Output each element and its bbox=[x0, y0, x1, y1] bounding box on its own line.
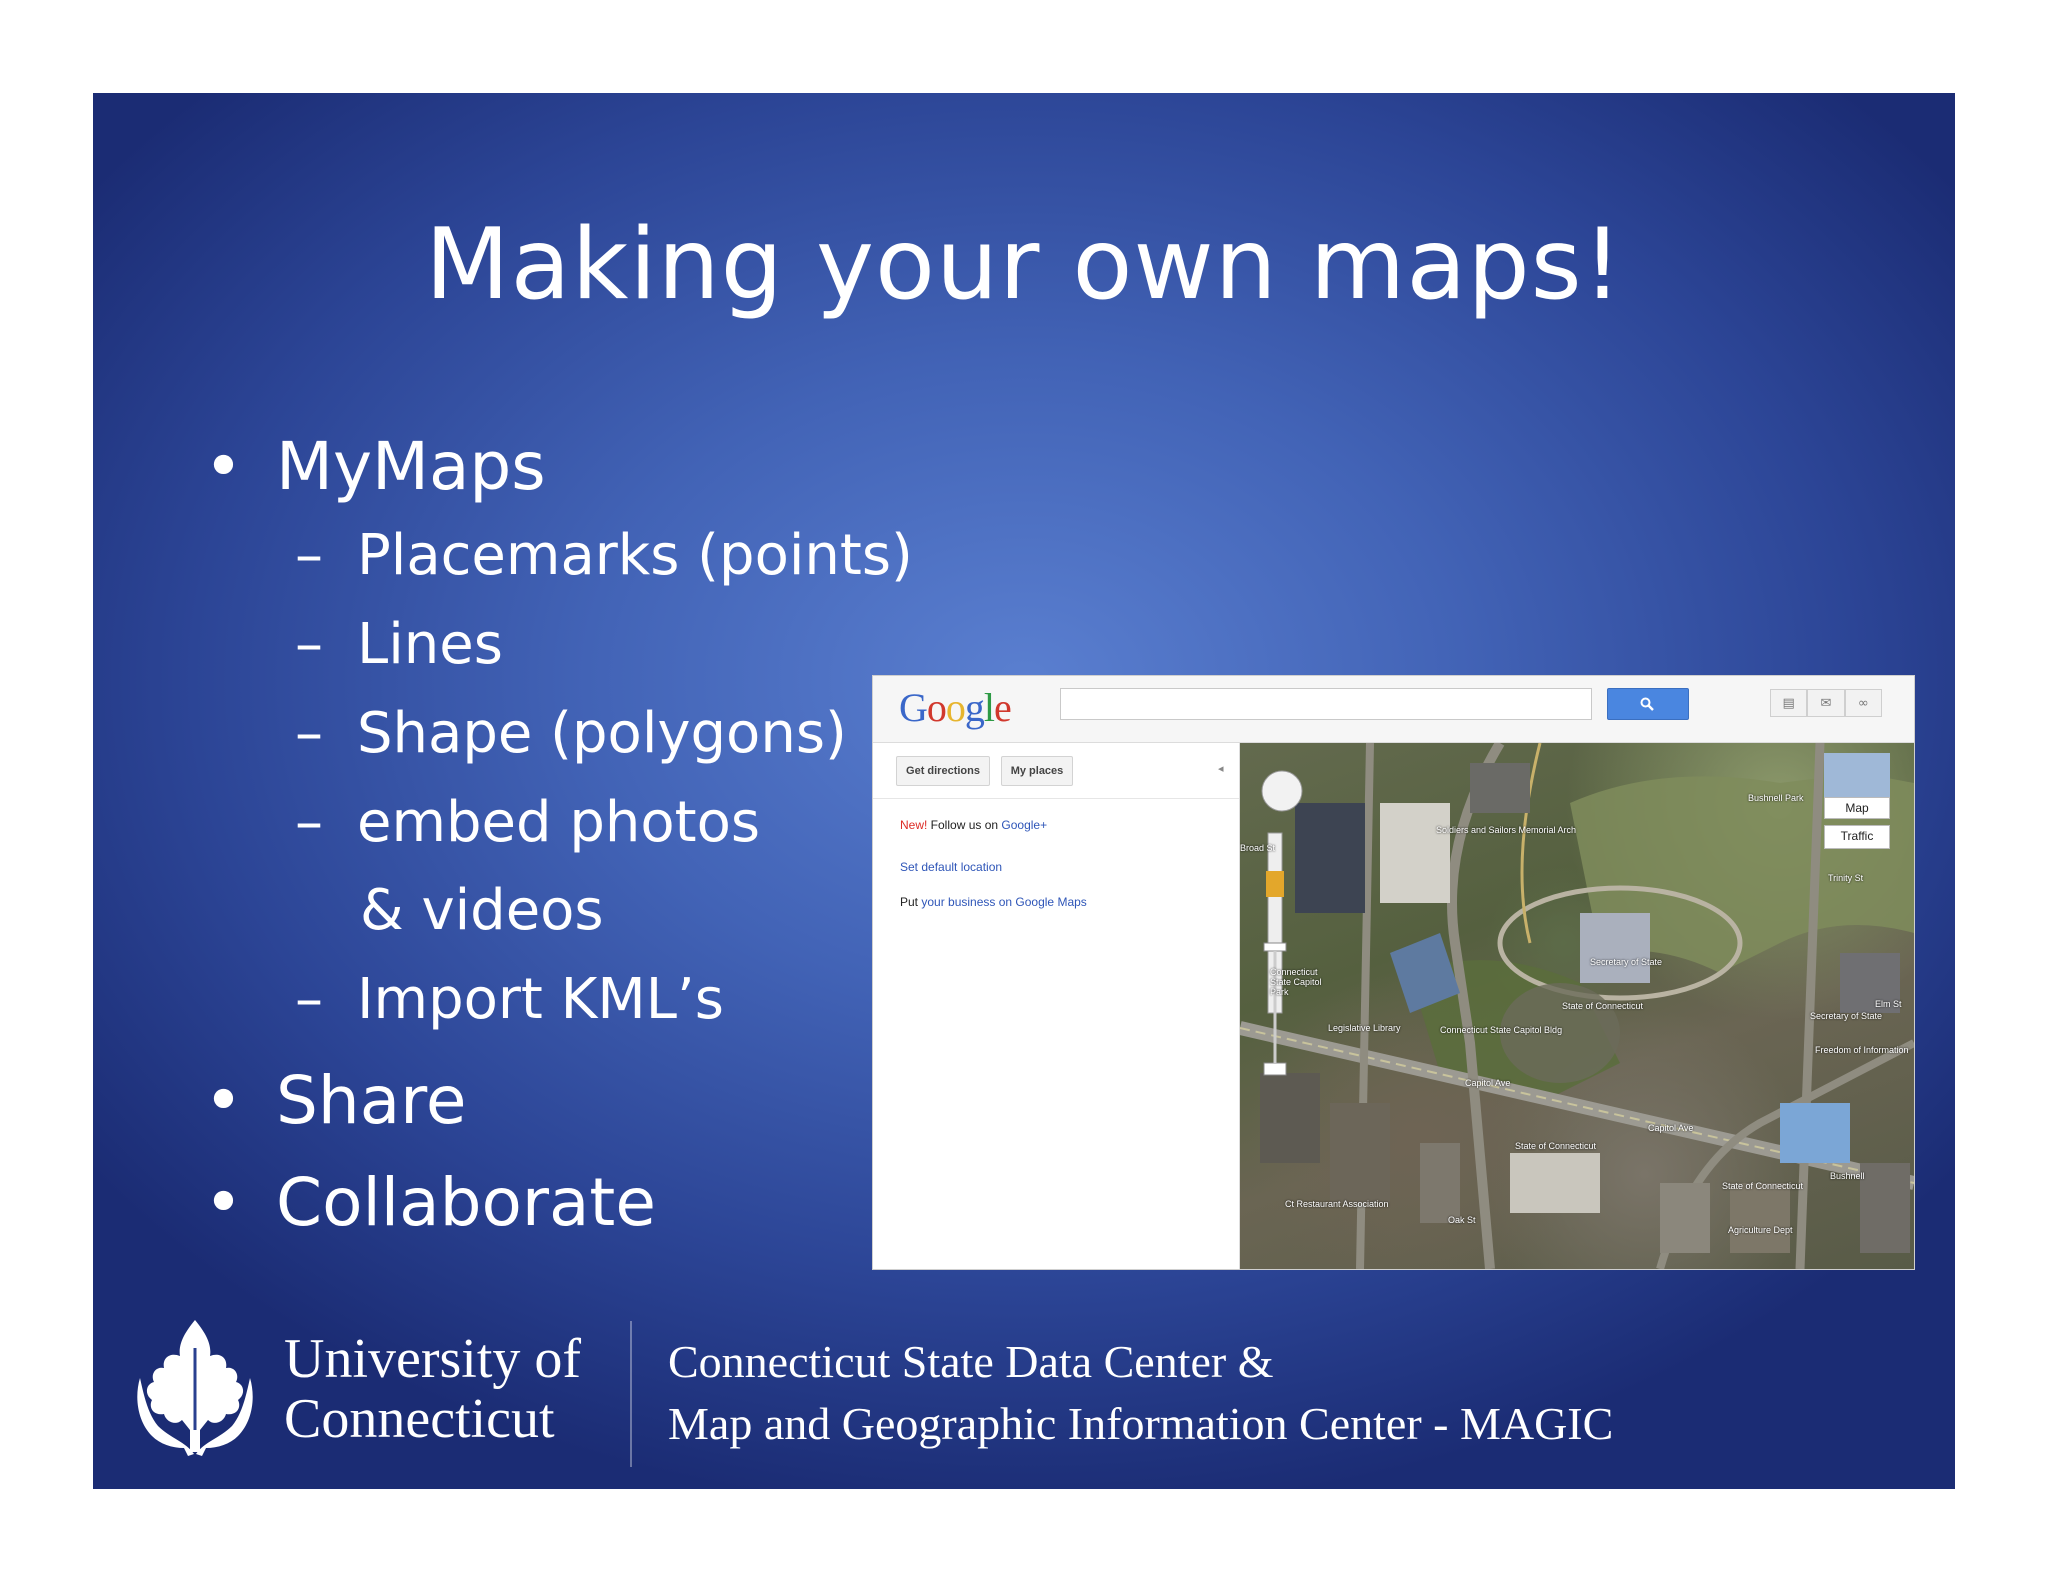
subbullet-embed-continued: & videos bbox=[360, 878, 604, 943]
traffic-button[interactable]: Traffic bbox=[1824, 825, 1890, 849]
bullet-dash: – bbox=[295, 523, 323, 588]
bullet-text: Share bbox=[276, 1062, 467, 1139]
map-label: State of Connecticut bbox=[1722, 1181, 1804, 1191]
subbullet-text: Lines bbox=[357, 612, 503, 677]
map-label: State of Connecticut bbox=[1562, 1001, 1644, 1011]
bullet-collaborate: • Collaborate bbox=[204, 1164, 656, 1241]
map-label: Secretary of State bbox=[1810, 1011, 1883, 1021]
bullet-text: Collaborate bbox=[276, 1164, 656, 1241]
map-label: Broad St bbox=[1240, 843, 1276, 853]
map-label: Capitol Ave bbox=[1465, 1078, 1511, 1088]
map-label: Freedom of Information bbox=[1815, 1045, 1909, 1055]
get-directions-button[interactable]: Get directions bbox=[896, 756, 990, 786]
print-icon[interactable]: ▤ bbox=[1770, 689, 1808, 717]
footer-divider bbox=[630, 1321, 632, 1467]
maps-search-input[interactable] bbox=[1060, 688, 1592, 720]
maps-search-button[interactable] bbox=[1607, 688, 1689, 720]
subbullet-text: Import KML’s bbox=[357, 967, 724, 1032]
map-label: Capitol Ave bbox=[1648, 1123, 1694, 1133]
subbullet-text: & videos bbox=[360, 878, 604, 943]
map-label: Secretary of State bbox=[1590, 957, 1663, 967]
university-name: University of Connecticut bbox=[284, 1328, 582, 1450]
map-label: Elm St bbox=[1875, 999, 1902, 1009]
map-label: Legislative Library bbox=[1328, 1023, 1401, 1033]
bullet-dot: • bbox=[204, 1062, 243, 1139]
bullet-dash: – bbox=[295, 701, 323, 766]
set-default-location-link[interactable]: Set default location bbox=[900, 860, 1002, 874]
center-name: Connecticut State Data Center & Map and … bbox=[668, 1336, 1614, 1449]
google-top-bar: Google ▤ ✉ ∞ bbox=[873, 676, 1914, 743]
map-label: Trinity St bbox=[1828, 873, 1864, 883]
map-tools: ▤ ✉ ∞ bbox=[1770, 689, 1882, 717]
bullet-dash: – bbox=[295, 790, 323, 855]
map-label: Connecticut State Capitol Bldg bbox=[1440, 1025, 1563, 1035]
subbullet-text: Placemarks (points) bbox=[357, 523, 913, 588]
map-label: Bushnell Park bbox=[1748, 793, 1804, 803]
map-label: Oak St bbox=[1448, 1215, 1476, 1225]
maps-left-panel: Get directions My places ◂ New! Follow u… bbox=[873, 743, 1240, 1269]
bullet-text: MyMaps bbox=[276, 428, 546, 505]
subbullet-import: – Import KML’s bbox=[295, 967, 724, 1032]
google-plus-link[interactable]: Google+ bbox=[1001, 818, 1047, 832]
slide: Making your own maps! • MyMaps – Placema… bbox=[93, 93, 1955, 1489]
link-icon[interactable]: ∞ bbox=[1844, 689, 1882, 717]
business-link[interactable]: your business on Google Maps bbox=[921, 895, 1086, 909]
map-type-button[interactable]: Map bbox=[1824, 797, 1890, 819]
map-label: Ct Restaurant Association bbox=[1285, 1199, 1389, 1209]
map-label: Bushnell bbox=[1830, 1171, 1865, 1181]
my-places-button[interactable]: My places bbox=[1001, 756, 1073, 786]
map-label: Agriculture Dept bbox=[1728, 1225, 1793, 1235]
map-label: State of Connecticut bbox=[1515, 1141, 1597, 1151]
subbullet-text: embed photos bbox=[357, 790, 761, 855]
subbullet-embed: – embed photos bbox=[295, 790, 761, 855]
subbullet-shape: – Shape (polygons) bbox=[295, 701, 847, 766]
google-maps-screenshot: Google ▤ ✉ ∞ Get directions My places ◂ … bbox=[872, 675, 1915, 1270]
subbullet-text: Shape (polygons) bbox=[357, 701, 847, 766]
bullet-dot: • bbox=[204, 428, 243, 505]
bullet-share: • Share bbox=[204, 1062, 467, 1139]
bullet-dash: – bbox=[295, 612, 323, 677]
satellite-map[interactable]: Map Traffic Bushnell Park Soldiers and S… bbox=[1240, 743, 1914, 1269]
mail-icon[interactable]: ✉ bbox=[1807, 689, 1845, 717]
subbullet-placemarks: – Placemarks (points) bbox=[295, 523, 913, 588]
bullet-mymaps: • MyMaps bbox=[204, 428, 546, 505]
map-label: Connecticut State Capitol Park bbox=[1270, 967, 1322, 997]
follow-notice: New! Follow us on Google+ bbox=[900, 818, 1048, 832]
business-notice: Put your business on Google Maps bbox=[900, 895, 1087, 909]
collapse-panel-icon[interactable]: ◂ bbox=[1218, 762, 1224, 775]
subbullet-lines: – Lines bbox=[295, 612, 503, 677]
bullet-dash: – bbox=[295, 967, 323, 1032]
uconn-oak-leaf-logo bbox=[137, 1320, 253, 1456]
map-label: Soldiers and Sailors Memorial Arch bbox=[1436, 825, 1577, 835]
magnifier-icon bbox=[1640, 697, 1654, 711]
bullet-dot: • bbox=[204, 1164, 243, 1241]
google-logo: Google bbox=[899, 685, 1012, 730]
divider bbox=[873, 798, 1239, 799]
